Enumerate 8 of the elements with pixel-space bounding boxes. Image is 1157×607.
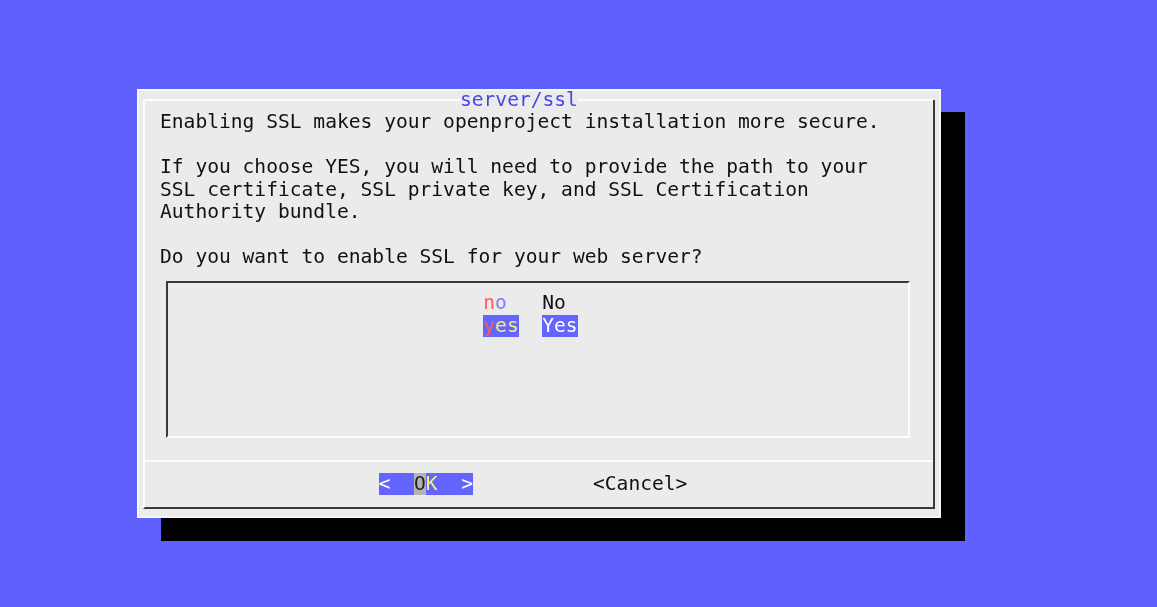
dialog-button[interactable]: <Cancel> [593, 473, 688, 495]
message-text: Enabling SSL makes your openproject installation more secure. [160, 111, 881, 134]
dialog-title: server/ssl [459, 88, 578, 112]
dialog-button[interactable]: < OK > [378, 473, 473, 495]
message-text: Do you want to enable SSL for your web server? [160, 246, 704, 269]
menu-item[interactable]: yes Yes [483, 314, 578, 337]
message-text: If you choose YES, you will need to provide the path to your SSL certificate, SSL private key, and SSL Certification Authority bundle. [160, 156, 869, 224]
menu-item[interactable]: no No [483, 292, 566, 315]
